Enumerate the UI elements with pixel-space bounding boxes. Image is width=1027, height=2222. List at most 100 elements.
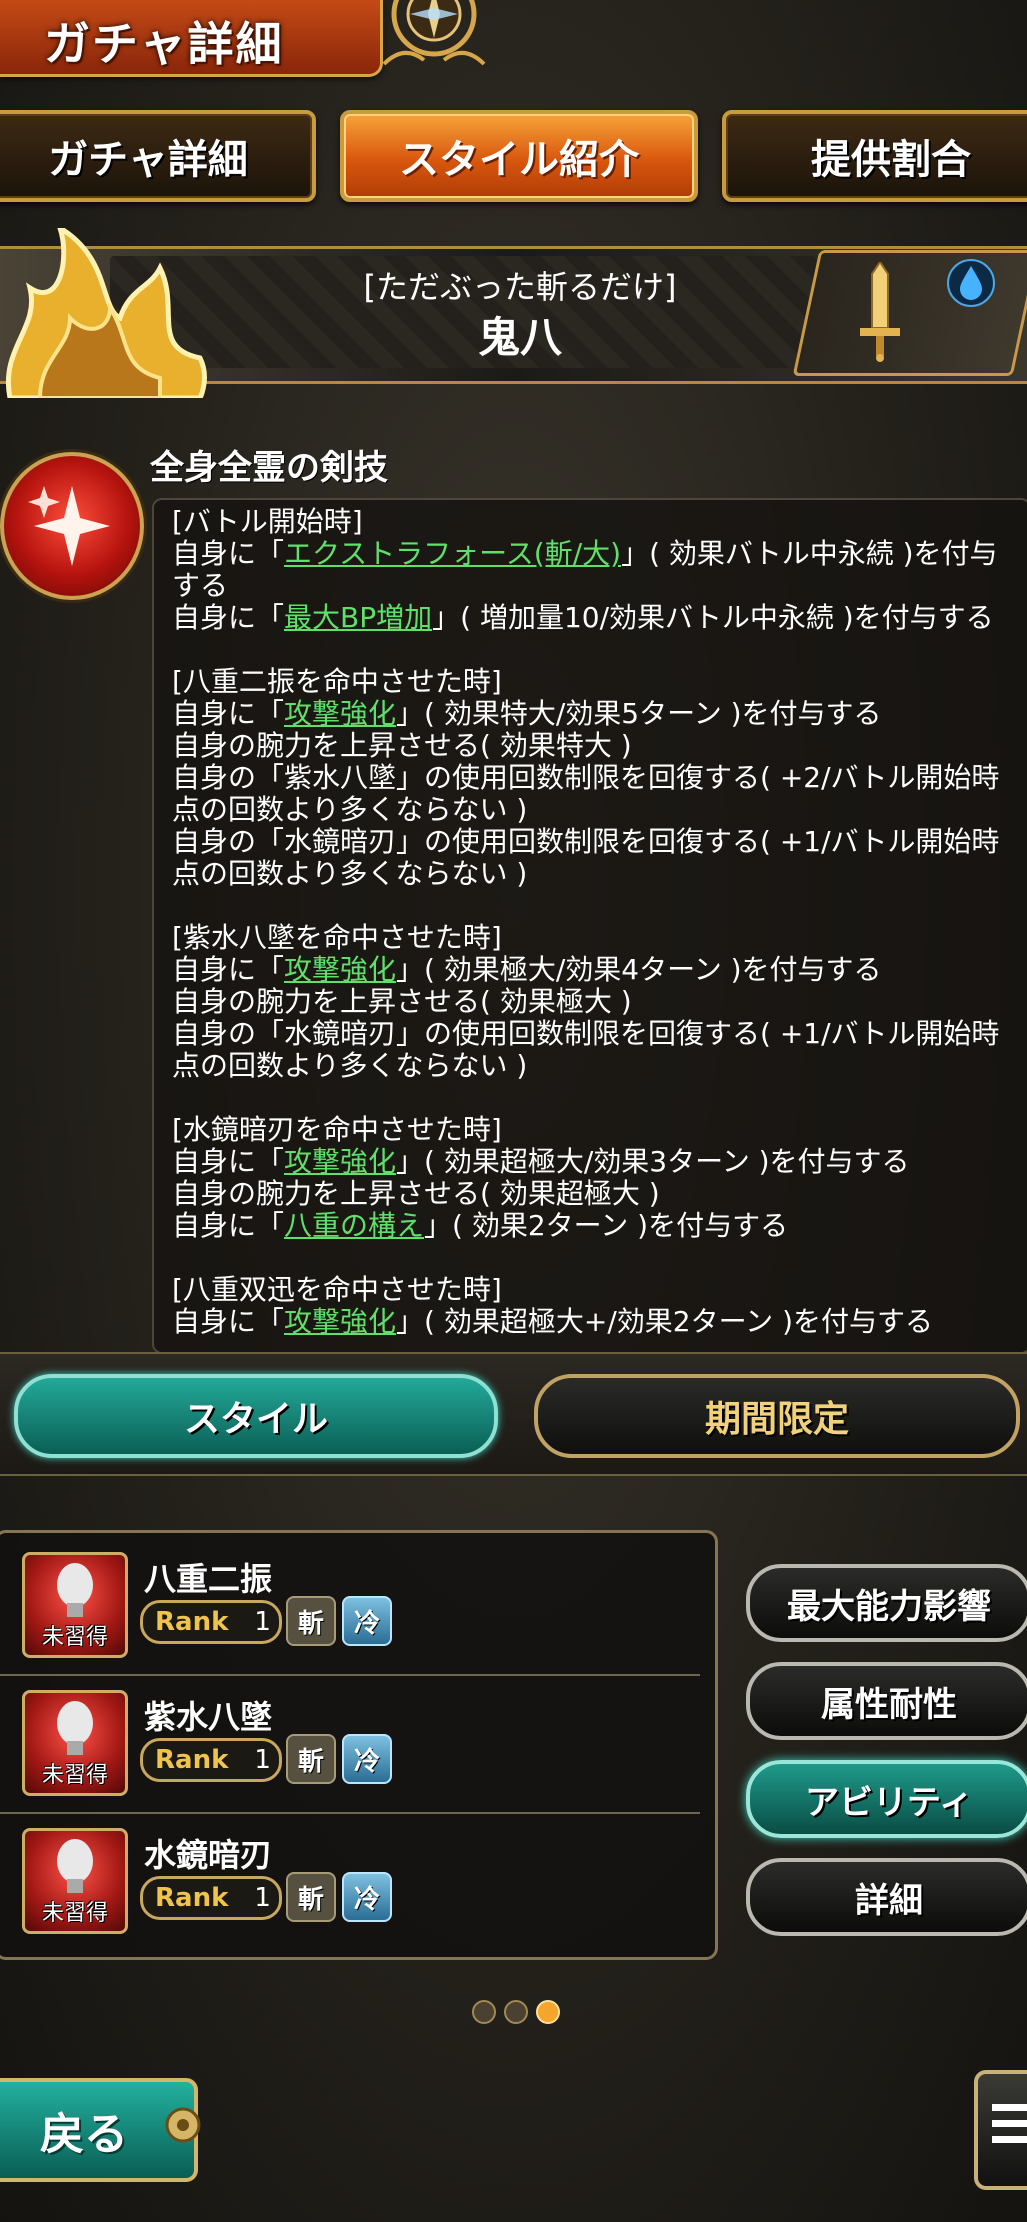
water-element-icon — [947, 259, 995, 307]
ability-button[interactable]: アビリティ — [746, 1760, 1027, 1838]
ability-status: 未習得 — [41, 1625, 108, 1650]
skill-line: する — [172, 569, 229, 602]
rank-badge: Rank 1 — [140, 1738, 282, 1782]
page-dot-1[interactable] — [472, 2000, 496, 2024]
lightbulb-icon — [57, 1839, 93, 1893]
row-divider — [0, 1674, 700, 1676]
skill-line: 点の回数より多くならない ) — [172, 793, 528, 826]
rank-label: Rank — [155, 1745, 229, 1775]
style-subtitle: [ただぶった斬るだけ] — [363, 268, 677, 306]
rank-badge: Rank 1 — [140, 1876, 282, 1920]
element-resistance-button[interactable]: 属性耐性 — [746, 1662, 1027, 1740]
skill-line: 自身に「攻撃強化」( 効果特大/効果5ターン )を付与する — [172, 698, 1022, 730]
effect-link[interactable]: 攻撃強化 — [284, 953, 396, 986]
tab-style-intro[interactable]: スタイル紹介 — [340, 110, 698, 202]
skill-description: [バトル開始時] 自身に「エクストラフォース(斬/大)」( 効果バトル中永続 )を… — [172, 506, 1022, 1338]
effect-link[interactable]: エクストラフォース(斬/大) — [284, 537, 621, 570]
flame-crest-icon — [5, 228, 207, 398]
skill-line-prefix: 自身に「 — [172, 697, 285, 730]
skill-line-suffix: 」( 効果超極大+/効果2ターン )を付与する — [396, 1305, 933, 1338]
style-filter-button[interactable]: スタイル — [14, 1374, 498, 1458]
skill-line: 自身に「八重の構え」( 効果2ターン )を付与する — [172, 1210, 1022, 1242]
rank-label: Rank — [155, 1883, 229, 1913]
rank-label: Rank — [155, 1607, 229, 1637]
skill-line: 自身の腕力を上昇させる( 効果極大 ) — [172, 985, 632, 1018]
skill-line-prefix: 自身に「 — [172, 1145, 285, 1178]
skill-line: 自身に「攻撃強化」( 効果超極大+/効果2ターン )を付与する — [172, 1306, 1022, 1338]
skill-line-suffix: 」( 効果極大/効果4ターン )を付与する — [396, 953, 882, 986]
skill-title: 全身全霊の剣技 — [150, 448, 388, 488]
skill-line: 自身の「水鏡暗刃」の使用回数制限を回復する( +1/バトル開始時 — [172, 825, 1000, 858]
skill-line-suffix: 」( 効果2ターン )を付与する — [424, 1209, 789, 1242]
skill-line: [紫水八墜を命中させた時] — [172, 921, 502, 954]
skill-line: 自身に「エクストラフォース(斬/大)」( 効果バトル中永続 )を付与 — [172, 538, 1022, 570]
sparkle-icon — [28, 486, 110, 566]
rank-badge: Rank 1 — [140, 1600, 282, 1644]
lightbulb-icon — [57, 1701, 93, 1755]
skill-line-suffix: 」( 効果バトル中永続 )を付与 — [621, 537, 998, 570]
tab-gacha-detail[interactable]: ガチャ詳細 — [0, 110, 316, 202]
skill-line-spacer — [172, 1082, 1022, 1114]
tab-provide-rate[interactable]: 提供割合 — [722, 110, 1027, 202]
skill-line-prefix: 自身に「 — [172, 1305, 285, 1338]
skill-line-prefix: 自身に「 — [172, 537, 285, 570]
page-dot-2[interactable] — [504, 2000, 528, 2024]
menu-icon — [992, 2104, 1027, 2143]
menu-button[interactable] — [974, 2070, 1027, 2190]
style-character-name: 鬼八 — [477, 313, 562, 362]
ability-status: 未習得 — [41, 1763, 108, 1788]
ability-name: 紫水八墜 — [144, 1698, 273, 1736]
ability-icon[interactable]: 未習得 — [22, 1828, 128, 1934]
ice-element-icon: 冷 — [342, 1734, 392, 1784]
slash-element-icon: 斬 — [286, 1734, 336, 1784]
skill-line: [バトル開始時] — [172, 505, 363, 538]
slash-element-icon: 斬 — [286, 1596, 336, 1646]
screen-title-bar: ガチャ詳細 — [0, 0, 383, 77]
rank-value: 1 — [254, 1745, 271, 1775]
ability-name: 八重二振 — [144, 1560, 273, 1598]
effect-link[interactable]: 攻撃強化 — [284, 1305, 396, 1338]
skill-line: 自身の「水鏡暗刃」の使用回数制限を回復する( +1/バトル開始時 — [172, 1017, 1000, 1050]
ability-status: 未習得 — [41, 1901, 108, 1926]
detail-button[interactable]: 詳細 — [746, 1858, 1027, 1936]
skill-line-spacer — [172, 890, 1022, 922]
ability-icon[interactable]: 未習得 — [22, 1552, 128, 1658]
skill-line-spacer — [172, 1242, 1022, 1274]
ability-name: 水鏡暗刃 — [144, 1836, 273, 1874]
lightbulb-icon — [57, 1563, 93, 1617]
screen-title: ガチャ詳細 — [44, 17, 284, 71]
skill-icon — [0, 452, 144, 600]
compass-emblem-icon — [382, 0, 486, 66]
row-divider — [0, 1812, 700, 1814]
skill-description-box[interactable]: [バトル開始時] 自身に「エクストラフォース(斬/大)」( 効果バトル中永続 )を… — [152, 498, 1027, 1354]
skill-line: [八重双迅を命中させた時] — [172, 1273, 502, 1306]
gear-ornament-icon — [165, 2107, 201, 2143]
page-dot-3[interactable] — [536, 2000, 560, 2024]
skill-line: 自身に「最大BP増加」( 増加量10/効果バトル中永続 )を付与する — [172, 602, 1022, 634]
skill-line: [八重二振を命中させた時] — [172, 665, 502, 698]
effect-link[interactable]: 攻撃強化 — [284, 1145, 396, 1178]
skill-line-prefix: 自身に「 — [172, 601, 285, 634]
skill-line: 自身の「紫水八墜」の使用回数制限を回復する( +2/バトル開始時 — [172, 761, 1000, 794]
ice-element-icon: 冷 — [342, 1596, 392, 1646]
max-stat-effect-button[interactable]: 最大能力影響 — [746, 1564, 1027, 1642]
skill-line: 自身に「攻撃強化」( 効果超極大/効果3ターン )を付与する — [172, 1146, 1022, 1178]
slash-element-icon: 斬 — [286, 1872, 336, 1922]
skill-line-prefix: 自身に「 — [172, 953, 285, 986]
skill-line: 自身の腕力を上昇させる( 効果超極大 ) — [172, 1177, 660, 1210]
sword-icon — [860, 262, 900, 362]
skill-line-suffix: 」( 増加量10/効果バトル中永続 )を付与する — [432, 601, 994, 634]
rank-value: 1 — [254, 1883, 271, 1913]
effect-link[interactable]: 八重の構え — [284, 1209, 424, 1242]
skill-line-suffix: 」( 効果特大/効果5ターン )を付与する — [396, 697, 882, 730]
limited-filter-button[interactable]: 期間限定 — [534, 1374, 1020, 1458]
effect-link[interactable]: 攻撃強化 — [284, 697, 396, 730]
rank-value: 1 — [254, 1607, 271, 1637]
skill-line: 自身に「攻撃強化」( 効果極大/効果4ターン )を付与する — [172, 954, 1022, 986]
ability-icon[interactable]: 未習得 — [22, 1690, 128, 1796]
skill-line: 点の回数より多くならない ) — [172, 1049, 528, 1082]
skill-line-suffix: 」( 効果超極大/効果3ターン )を付与する — [396, 1145, 910, 1178]
effect-link[interactable]: 最大BP増加 — [284, 601, 432, 634]
skill-line: 自身の腕力を上昇させる( 効果特大 ) — [172, 729, 632, 762]
skill-line: [水鏡暗刃を命中させた時] — [172, 1113, 502, 1146]
